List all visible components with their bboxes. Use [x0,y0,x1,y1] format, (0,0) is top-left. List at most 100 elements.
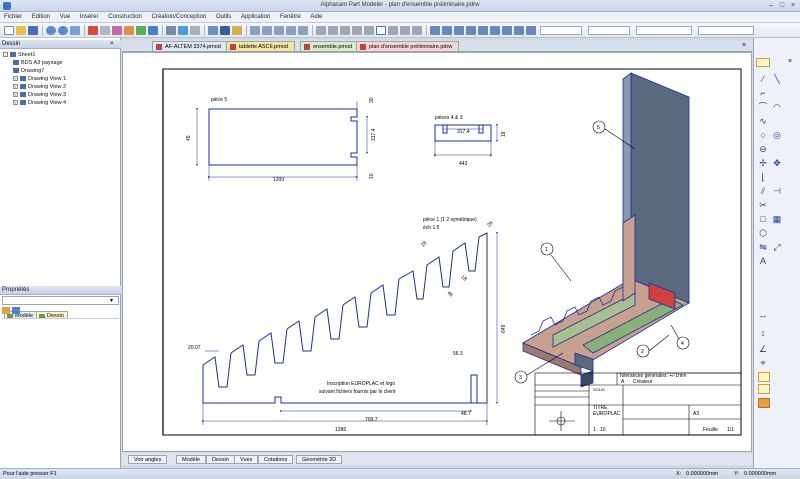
tab-doc-tablette[interactable]: tablette ASCII.pmod [226,41,295,51]
ortho-icon[interactable] [758,398,770,408]
arc-icon[interactable]: ⌒ [758,102,768,112]
redo-icon[interactable] [58,26,68,35]
print-icon[interactable] [88,26,98,35]
perspective-icon[interactable] [412,26,422,35]
pan-icon[interactable] [286,26,296,35]
sweep-icon[interactable] [490,26,500,35]
menu-item-inserer[interactable]: Insérer [76,12,103,23]
top-view-icon[interactable] [328,26,338,35]
cube-icon[interactable] [430,26,440,35]
scale-icon[interactable]: ⤢ [772,242,782,252]
settings-icon[interactable] [190,26,200,35]
dimension-v-icon[interactable]: ↕ [758,328,768,338]
iso-view-icon[interactable] [352,26,362,35]
cylinder-icon[interactable] [454,26,464,35]
expand-icon[interactable]: + [13,76,18,82]
alphabetical-icon[interactable] [12,307,20,314]
circle2-icon[interactable]: ◎ [772,130,782,140]
point-icon[interactable]: ✢ [758,158,768,168]
menu-item-application[interactable]: Application [237,12,274,23]
minimize-icon[interactable]: – [766,1,776,10]
tab-doc-altem[interactable]: AF-ALTEM 3374.pmod [152,41,228,51]
polyline-icon[interactable]: ⌐ [758,88,768,98]
properties-grid[interactable] [2,318,119,466]
paste-icon[interactable] [112,26,122,35]
offset-icon[interactable]: ⫽ [758,186,768,196]
maximize-icon[interactable]: □ [777,1,787,10]
measure-icon[interactable] [178,26,188,35]
panel-close-icon[interactable]: × [110,41,118,48]
angle-dim-icon[interactable]: ∠ [758,344,768,354]
tree-item-sheet1[interactable]: - Sheet1 [3,52,35,59]
snap-icon[interactable] [758,372,770,382]
shade-icon[interactable] [376,26,386,35]
fillet-icon[interactable] [514,26,524,35]
new-icon[interactable] [4,26,14,35]
coord-icon[interactable]: ⌖ [758,358,768,368]
revolve-icon[interactable] [478,26,488,35]
tab-dessin-bottom[interactable]: Dessin [206,455,235,464]
grid-snap-icon[interactable] [758,384,770,394]
copy-icon[interactable] [100,26,110,35]
material-icon[interactable] [232,26,242,35]
chamfer-icon[interactable] [526,26,536,35]
expand-icon[interactable]: + [13,100,18,106]
front-view-icon[interactable] [316,26,326,35]
open-icon[interactable] [16,26,26,35]
menu-item-fenetre[interactable]: Fenêtre [276,12,305,23]
layer-select[interactable] [540,26,582,35]
save-icon[interactable] [28,26,38,35]
expand-icon[interactable]: + [13,84,18,90]
tab-modele-bottom[interactable]: Modèle [176,455,207,464]
tree-item-view2[interactable]: + Drawing View 2 [13,84,66,91]
expand-icon[interactable]: - [3,52,8,58]
trim-icon[interactable]: ✂ [758,200,768,210]
text-icon[interactable]: A [758,256,768,266]
extrude-icon[interactable] [466,26,476,35]
wireframe-icon[interactable] [364,26,374,35]
rotate-icon[interactable] [298,26,308,35]
zoom-icon[interactable] [250,26,260,35]
hatch-icon[interactable]: ▦ [772,214,782,224]
rectangle-icon[interactable]: □ [758,214,768,224]
sort-icon[interactable] [2,307,10,314]
polygon-icon[interactable]: ⬡ [758,228,768,238]
layer-icon[interactable] [220,26,230,35]
chevron-down-icon[interactable]: ▾ [110,297,113,304]
menu-item-outils[interactable]: Outils [212,12,235,23]
zoom-window-icon[interactable] [262,26,272,35]
expand-icon[interactable]: + [13,92,18,98]
menu-item-aide[interactable]: Aide [306,12,326,23]
tab-doc-plan[interactable]: plan d'ensemble préliminaire.pdrw [356,41,460,51]
tab-vues[interactable]: Vues [234,455,259,464]
rebuild-icon[interactable] [166,26,176,35]
tree-item-view3[interactable]: + Drawing View 3 [13,92,66,99]
filter-select[interactable] [698,26,754,35]
tree-item-drawing7[interactable]: Drawing7 [13,68,44,75]
hidden-line-icon[interactable] [388,26,398,35]
loft-icon[interactable] [502,26,512,35]
menu-item-construction[interactable]: Construction [104,12,146,23]
extend-icon[interactable]: ⊣ [772,186,782,196]
line2-icon[interactable]: ╲ [772,74,782,84]
tree-item-view4[interactable]: + Drawing View 4 [13,100,66,107]
menu-item-edition[interactable]: Edition [28,12,54,23]
line-icon[interactable]: ⁄ [758,74,768,84]
menu-item-creation[interactable]: Création/Conception [148,12,211,23]
tool-icon[interactable] [208,26,218,35]
model-icon[interactable] [136,26,146,35]
tab-voir-angles[interactable]: Voir angles [128,455,168,464]
box-icon[interactable] [442,26,452,35]
tree-item-bds[interactable]: BDS A3 paysage [13,60,63,67]
view-select[interactable] [636,26,692,35]
move-icon[interactable]: ✥ [772,158,782,168]
arc2-icon[interactable]: ◠ [772,102,782,112]
properties-select[interactable] [2,296,119,305]
zoom-fit-icon[interactable] [274,26,284,35]
side-view-icon[interactable] [340,26,350,35]
undo-icon[interactable] [46,26,56,35]
circle-icon[interactable]: ○ [758,130,768,140]
ellipse-icon[interactable]: ⊖ [758,144,768,154]
close-doc-icon[interactable]: × [742,42,746,49]
cut-icon[interactable] [124,26,134,35]
